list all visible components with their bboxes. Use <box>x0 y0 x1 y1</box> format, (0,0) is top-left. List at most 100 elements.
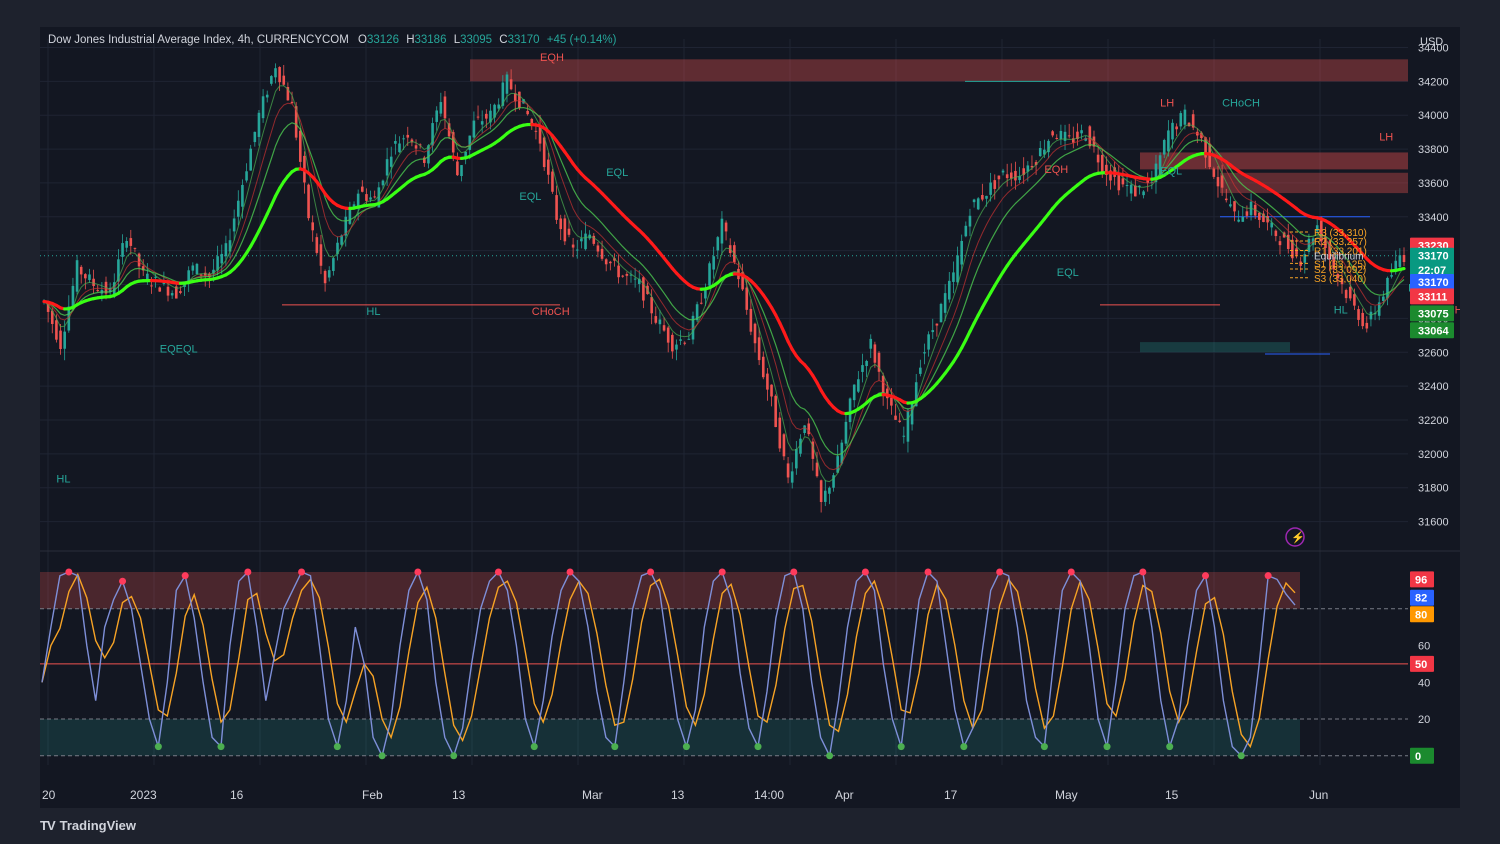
annotation-label: CHoCH <box>1222 98 1260 110</box>
stoch-overbought-dot <box>181 572 189 580</box>
candle-body <box>786 463 790 478</box>
grid <box>40 39 1460 765</box>
candle-body <box>1398 255 1402 267</box>
annotation-label: EQL <box>1057 267 1079 279</box>
candle-body <box>687 338 691 340</box>
candle-body <box>1080 130 1083 134</box>
candle-body <box>534 130 538 132</box>
candle-body <box>989 182 992 195</box>
stoch-oversold-dot <box>217 743 225 751</box>
annotation-label: HL <box>56 474 70 486</box>
candle-body <box>1344 290 1348 299</box>
stoch-overbought-dot <box>414 568 422 576</box>
candle-body <box>365 194 368 201</box>
time-tick-label: May <box>1055 788 1078 802</box>
candle-body <box>596 245 600 252</box>
candle-body <box>1278 241 1282 246</box>
annotation-label: LH <box>1379 132 1393 144</box>
price-tick-label: 32200 <box>1418 415 1449 427</box>
candle-body <box>679 339 682 341</box>
chart-svg[interactable]: HL EQEQL EQH HL CHoCH EQL EQL EQH EQL EQL LH CHoCH L… <box>40 27 1460 808</box>
stoch-oversold-dot <box>754 743 762 751</box>
time-tick-label: 15 <box>1165 788 1179 802</box>
annotation-label: EQH <box>1044 164 1068 176</box>
time-tick-label: Apr <box>835 788 854 802</box>
ema-slow-up <box>1398 267 1406 272</box>
candle-body <box>1167 130 1170 152</box>
candle-body <box>633 278 637 280</box>
candle-body <box>861 365 864 372</box>
candle-body <box>766 373 769 390</box>
chart-frame: HL EQEQL EQH HL CHoCH EQL EQL EQH EQL EQL LH CHoCH L… <box>40 27 1460 808</box>
candle-body <box>1212 168 1216 177</box>
candle-body <box>567 228 571 235</box>
candle-body <box>84 274 87 279</box>
candle-body <box>716 237 720 251</box>
stoch-overbought-dot <box>861 568 869 576</box>
candle-body <box>571 244 575 248</box>
stoch-oversold-dot <box>1237 752 1245 760</box>
candle-body <box>1005 174 1009 179</box>
candle-body <box>1307 238 1311 252</box>
candle-body <box>282 75 286 85</box>
candle-body <box>195 263 199 275</box>
candle-body <box>129 238 133 246</box>
stoch-value-label: 82 <box>1415 593 1427 605</box>
stoch-overbought-dot <box>1067 568 1075 576</box>
stoch-oversold-dot <box>333 743 341 751</box>
candle-body <box>869 338 873 349</box>
symbol-legend[interactable]: Dow Jones Industrial Average Index, 4h, … <box>48 34 616 46</box>
stoch-value-badge <box>1410 747 1434 764</box>
candle-body <box>245 171 248 181</box>
annotation-label: EQL <box>519 191 541 203</box>
annotation-label: EQL <box>1160 165 1182 177</box>
candle-body <box>170 293 174 296</box>
stoch-overbought-dot <box>65 568 73 576</box>
candle-body <box>1216 177 1220 187</box>
time-tick-label: 20 <box>42 788 56 802</box>
candle-body <box>857 379 860 392</box>
stoch-oversold-dot <box>1166 743 1174 751</box>
candle-body <box>1001 170 1005 173</box>
candle-body <box>505 74 509 94</box>
candle-body <box>1233 201 1236 212</box>
candle-body <box>1357 309 1360 320</box>
candle-body <box>658 319 662 325</box>
price-tick-label: 33800 <box>1418 144 1449 156</box>
supply-zone <box>470 59 1408 82</box>
candle-body <box>456 161 459 176</box>
candle-body <box>848 398 852 423</box>
candle-body <box>261 96 265 119</box>
candle-body <box>278 66 281 83</box>
stoch-overbought-dot <box>298 568 306 576</box>
candles <box>42 63 1406 513</box>
candle-body <box>1179 113 1183 127</box>
candle-body <box>947 280 951 300</box>
candle-body <box>671 334 674 352</box>
candle-body <box>249 148 252 171</box>
annotation-label: EQL <box>606 167 628 179</box>
stoch-value-label: 50 <box>1415 659 1427 671</box>
stoch-overbought-dot <box>647 568 655 576</box>
candle-body <box>485 113 488 119</box>
candle-body <box>753 323 757 344</box>
candle-body <box>1382 296 1385 302</box>
tradingview-logo[interactable]: TV TradingView <box>40 818 136 833</box>
candle-body <box>650 297 653 314</box>
candle-body <box>604 259 608 265</box>
candle-body <box>1348 286 1352 299</box>
candle-body <box>1125 185 1129 187</box>
candle-body <box>770 384 773 397</box>
candle-body <box>782 434 786 457</box>
candle-body <box>199 274 203 276</box>
candle-body <box>790 471 794 483</box>
time-tick-label: 14:00 <box>754 788 784 802</box>
candle-body <box>898 420 901 422</box>
candle-body <box>1241 216 1245 222</box>
candle-body <box>1117 174 1121 191</box>
stoch-oversold-dot <box>1103 743 1111 751</box>
candle-body <box>1055 137 1059 139</box>
stoch-value-label: 80 <box>1415 609 1427 621</box>
candle-body <box>559 218 563 230</box>
price-tick-label: 34200 <box>1418 76 1449 88</box>
